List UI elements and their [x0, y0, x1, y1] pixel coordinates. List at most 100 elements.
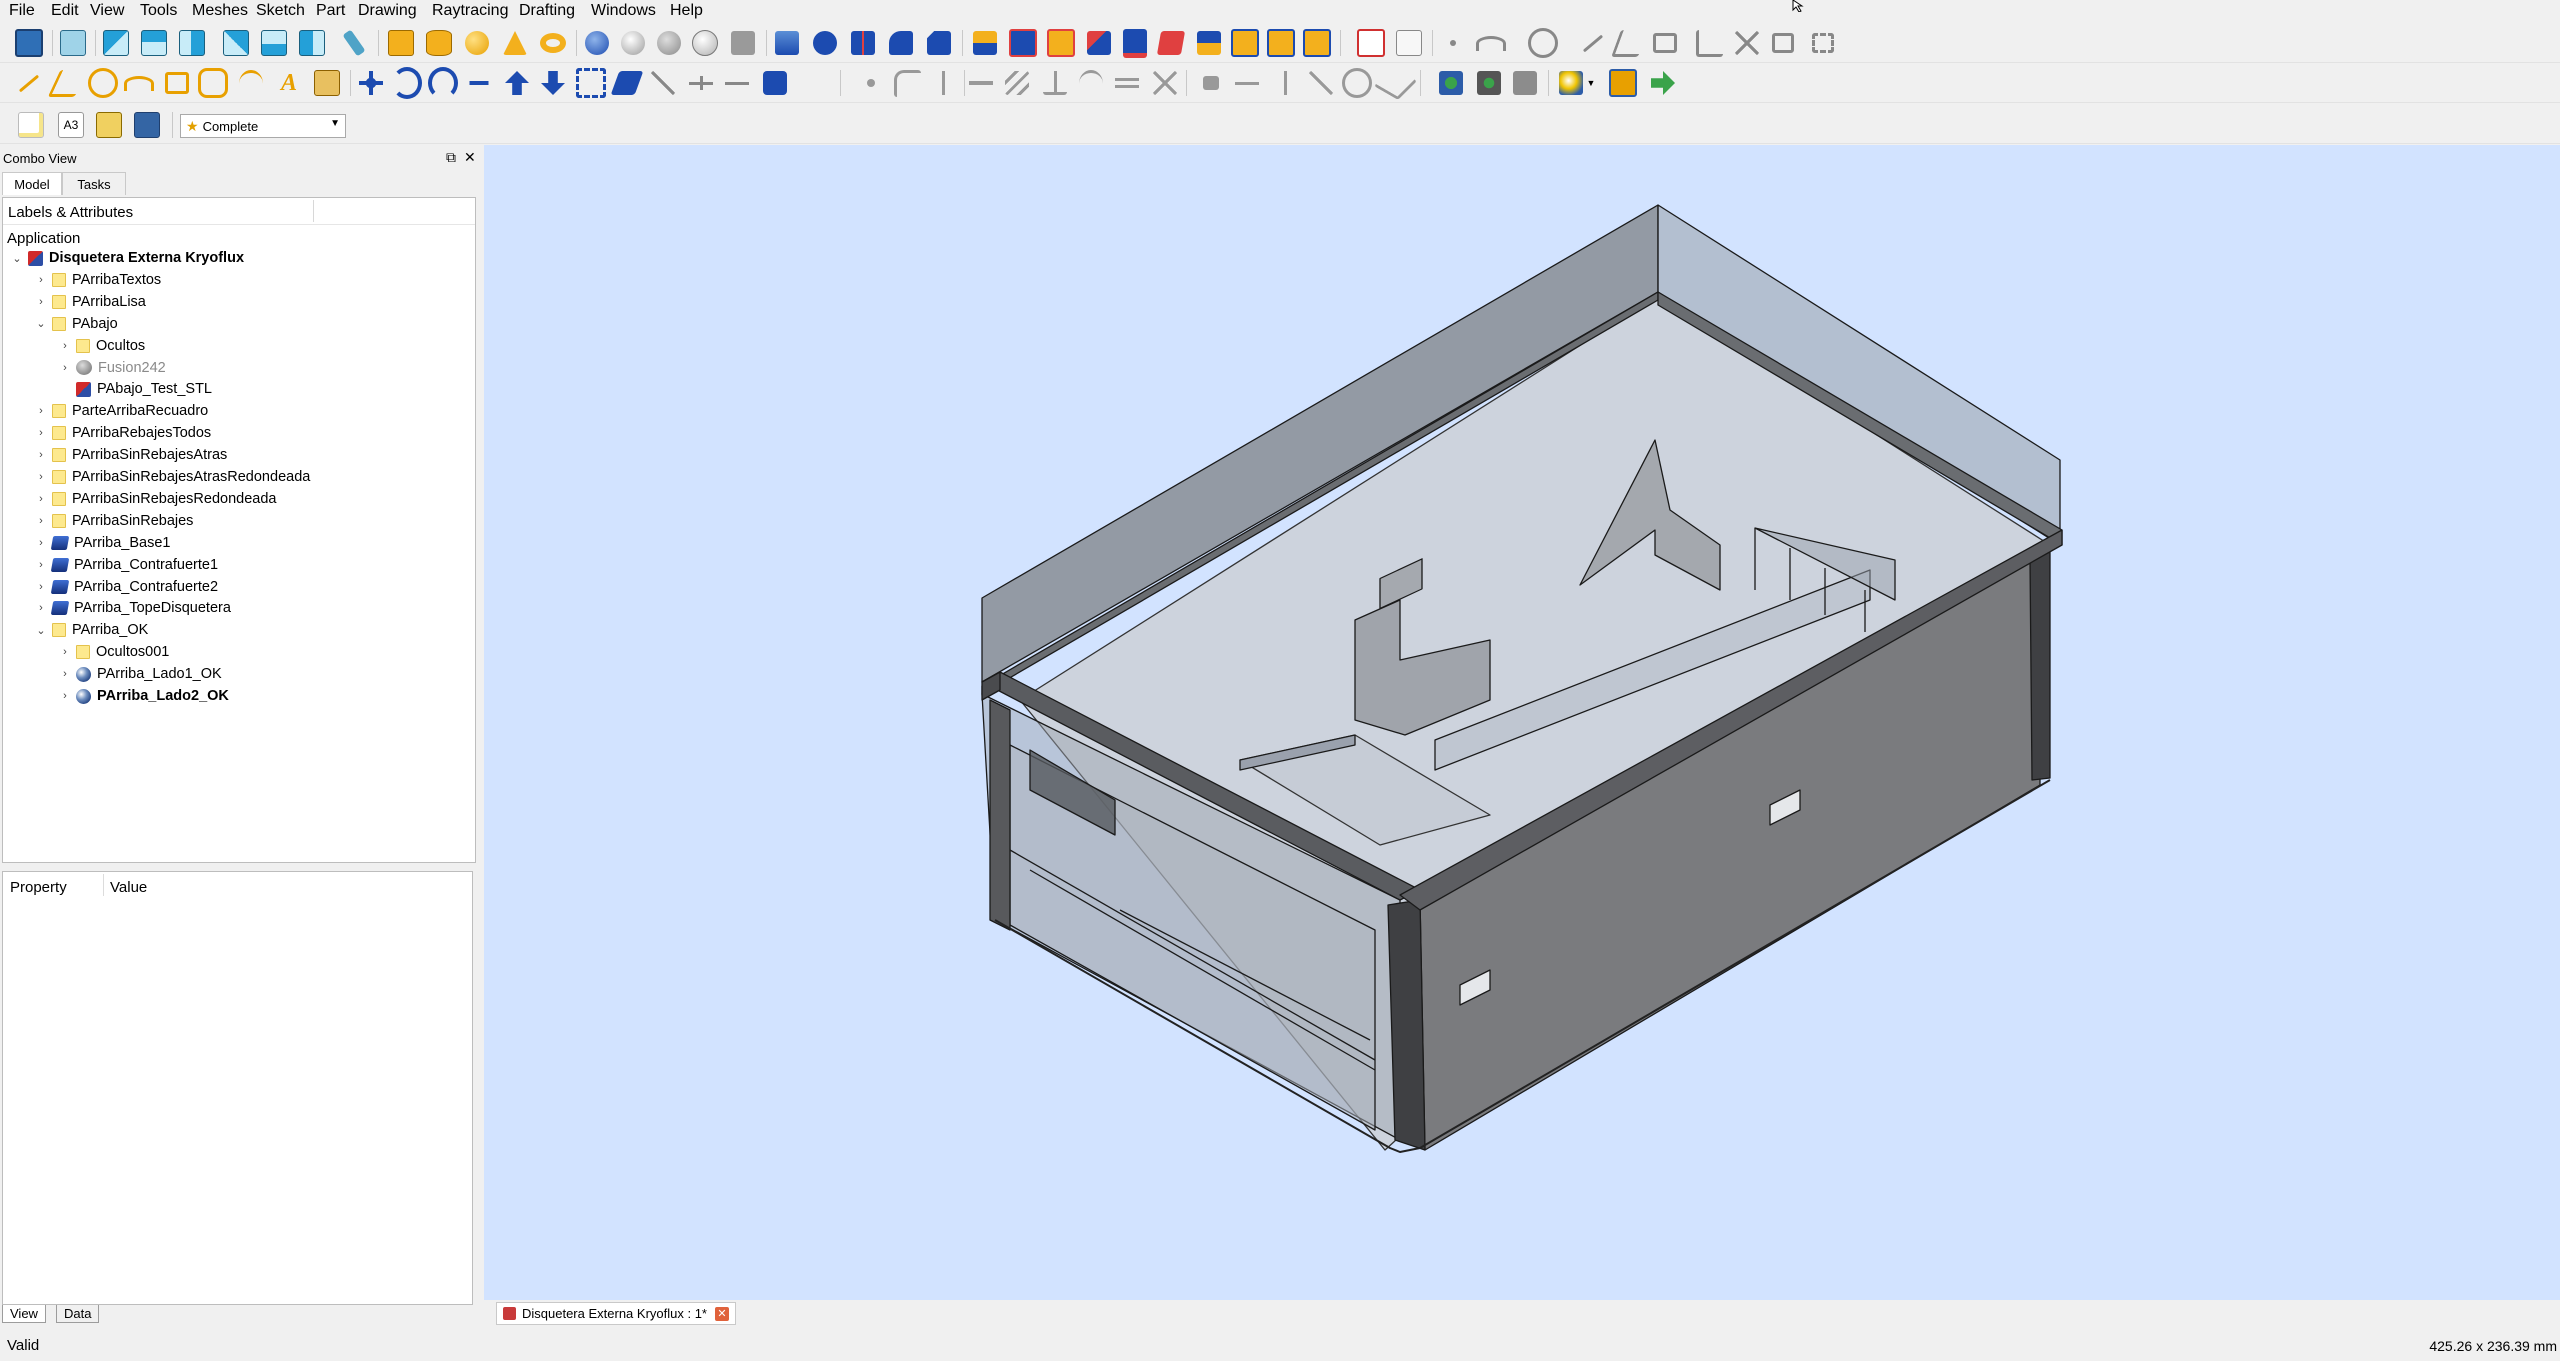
run-macro-button[interactable]: [1648, 68, 1678, 98]
sketch-bspline-button[interactable]: [236, 68, 266, 98]
draft-downgrade-button[interactable]: [538, 68, 568, 98]
tree-item[interactable]: › PArribaTextos: [3, 269, 463, 291]
tree-item[interactable]: › PArriba_TopeDisquetera: [3, 597, 463, 619]
menu-drafting[interactable]: Drafting: [517, 2, 577, 20]
chevron-down-icon[interactable]: ⌄: [35, 317, 47, 330]
tab-tasks[interactable]: Tasks: [62, 172, 126, 195]
chevron-down-icon[interactable]: ⌄: [11, 252, 23, 265]
part-cut-button[interactable]: [618, 28, 648, 58]
tab-model[interactable]: Model: [2, 172, 62, 195]
sketch-rectangle-button[interactable]: [162, 68, 192, 98]
insert-view-button[interactable]: [94, 110, 124, 140]
mesh-harmonize-button[interactable]: [1230, 28, 1260, 58]
menu-raytracing[interactable]: Raytracing: [430, 2, 510, 20]
convert-to-solid-button[interactable]: [1008, 28, 1038, 58]
float-panel-icon[interactable]: ⧉: [446, 149, 456, 166]
draft-add-point-button[interactable]: [648, 68, 678, 98]
menu-sketch[interactable]: Sketch: [254, 2, 307, 20]
constraint-radius-button[interactable]: [1342, 68, 1372, 98]
sketch-arc-button[interactable]: [124, 68, 154, 98]
tab-view[interactable]: View: [2, 1305, 46, 1323]
chevron-right-icon[interactable]: ›: [35, 405, 47, 417]
constraint-horizontal-button[interactable]: [966, 68, 996, 98]
view-right-button[interactable]: [177, 28, 207, 58]
tree-item[interactable]: ⌄ PArriba_OK: [3, 619, 463, 641]
menu-part[interactable]: Part: [314, 2, 347, 20]
draw-style-button[interactable]: [1556, 68, 1586, 98]
drawing-export-button[interactable]: [1356, 28, 1386, 58]
draft-del-point-button[interactable]: [686, 68, 716, 98]
chevron-right-icon[interactable]: ›: [35, 515, 47, 527]
tree-item[interactable]: › PArribaSinRebajes: [3, 510, 463, 532]
chevron-right-icon[interactable]: ›: [35, 602, 47, 614]
draft-wire-button[interactable]: [1610, 28, 1648, 58]
tree-item[interactable]: › Fusion242: [3, 357, 463, 379]
part-fillet-button[interactable]: [886, 28, 916, 58]
menu-file[interactable]: File: [7, 2, 37, 20]
draft-upgrade-button[interactable]: [502, 68, 532, 98]
draft-clone-button[interactable]: [1768, 28, 1798, 58]
draft-point-button[interactable]: [1438, 28, 1468, 58]
menu-tools[interactable]: Tools: [138, 2, 179, 20]
tree-item[interactable]: › PArribaSinRebajesAtrasRedondeada: [3, 466, 463, 488]
draft-shapestring-button[interactable]: [312, 68, 342, 98]
drawing-export-page-button[interactable]: [1394, 28, 1424, 58]
document-tab[interactable]: Disquetera Externa Kryoflux : 1* ✕: [496, 1302, 736, 1325]
chevron-right-icon[interactable]: ›: [59, 340, 71, 352]
draft-dimension-button[interactable]: [1694, 28, 1724, 58]
view-fit-all-button[interactable]: [14, 28, 44, 58]
part-sphere-button[interactable]: [462, 28, 492, 58]
draft-array-button[interactable]: [1808, 28, 1838, 58]
draft-rectangle-button[interactable]: [1650, 28, 1680, 58]
macro-stop-button[interactable]: [1510, 68, 1540, 98]
part-section-button[interactable]: [728, 28, 758, 58]
macro-record-button[interactable]: [1436, 68, 1466, 98]
tab-data[interactable]: Data: [56, 1305, 100, 1323]
tree-item[interactable]: › PArriba_Lado1_OK: [3, 663, 463, 685]
chevron-right-icon[interactable]: ›: [59, 362, 71, 374]
constraint-horizontal-distance-button[interactable]: [1232, 68, 1262, 98]
constraint-vertical-distance-button[interactable]: [1270, 68, 1300, 98]
workbench-selector[interactable]: ★ Complete ▼: [180, 114, 346, 138]
3d-viewport[interactable]: z y x: [484, 145, 2560, 1300]
chevron-right-icon[interactable]: ›: [35, 559, 47, 571]
constraint-parallel-button[interactable]: [1002, 68, 1032, 98]
part-chamfer-button[interactable]: [924, 28, 954, 58]
sketch-polygon-button[interactable]: [198, 68, 228, 98]
chevron-down-icon[interactable]: ⌄: [35, 624, 47, 637]
constraint-fillet-button[interactable]: [892, 68, 922, 98]
tree-item[interactable]: › PArriba_Lado2_OK: [3, 685, 463, 707]
chevron-right-icon[interactable]: ›: [59, 668, 71, 680]
constraint-symmetric-button[interactable]: [1150, 68, 1180, 98]
draft-line-button[interactable]: [1578, 28, 1608, 58]
menu-drawing[interactable]: Drawing: [356, 2, 419, 20]
tree-item[interactable]: › PArribaSinRebajesAtras: [3, 444, 463, 466]
mesh-from-shape-button[interactable]: [1194, 28, 1224, 58]
mesh-evaluate-button[interactable]: [1302, 28, 1332, 58]
draft-snap-button[interactable]: [760, 68, 790, 98]
reverse-shapes-button[interactable]: [1046, 28, 1076, 58]
chevron-right-icon[interactable]: ›: [35, 427, 47, 439]
shape-from-mesh-button[interactable]: [970, 28, 1000, 58]
close-tab-icon[interactable]: ✕: [714, 1306, 729, 1321]
constraint-lock-button[interactable]: [1196, 68, 1226, 98]
part-torus-button[interactable]: [538, 28, 568, 58]
tree-item[interactable]: › PArriba_Contrafuerte1: [3, 554, 463, 576]
tree-item[interactable]: › PArriba_Contrafuerte2: [3, 576, 463, 598]
constraint-tangent-button[interactable]: [1076, 68, 1106, 98]
macro-edit-button[interactable]: [1474, 68, 1504, 98]
chevron-right-icon[interactable]: ›: [59, 690, 71, 702]
new-drawing-button[interactable]: [16, 110, 46, 140]
part-extrude-button[interactable]: [772, 28, 802, 58]
part-cone-button[interactable]: [500, 28, 530, 58]
draft-offset-button[interactable]: [428, 67, 458, 99]
view-rear-button[interactable]: [221, 28, 251, 58]
save-page-button[interactable]: [132, 110, 162, 140]
chevron-right-icon[interactable]: ›: [35, 296, 47, 308]
sketch-line-button[interactable]: [14, 68, 44, 98]
chevron-right-icon[interactable]: ›: [35, 449, 47, 461]
tree-item[interactable]: › Ocultos: [3, 335, 463, 357]
close-panel-icon[interactable]: ✕: [464, 149, 476, 166]
view-front-button[interactable]: [101, 28, 131, 58]
draw-style-dropdown[interactable]: ▼: [1584, 68, 1598, 98]
